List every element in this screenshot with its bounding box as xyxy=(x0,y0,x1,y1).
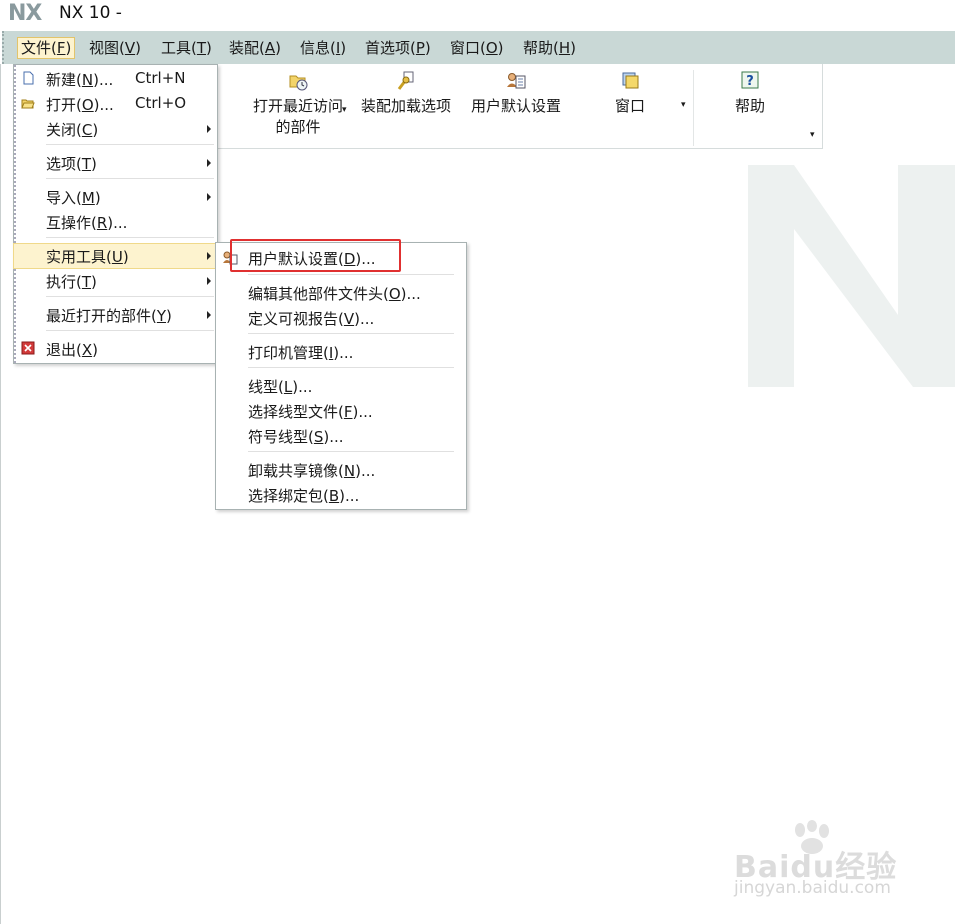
window-button[interactable]: 窗口 xyxy=(600,70,660,116)
select-line-font-file-item[interactable]: 选择线型文件(F)... xyxy=(216,399,466,423)
menu-separator xyxy=(46,144,214,145)
title-bar: NX NX 10 - xyxy=(0,0,955,30)
highlight-callout-box xyxy=(230,239,401,272)
menu-separator xyxy=(248,451,454,452)
recent-parts-dropdown-icon[interactable]: ▾ xyxy=(342,105,347,115)
new-file-icon xyxy=(23,71,34,85)
menu-separator xyxy=(46,330,214,331)
unload-shared-image-item[interactable]: 卸载共享镜像(N)... xyxy=(216,458,466,482)
line-font-item[interactable]: 线型(L)... xyxy=(216,374,466,398)
unload-shared-image-label: 卸载共享镜像(N)... xyxy=(248,462,376,480)
submenu-arrow-icon xyxy=(207,159,211,167)
file-close-item[interactable]: 关闭(C) xyxy=(14,117,217,141)
help-label: 帮助 xyxy=(734,97,765,115)
window-icon xyxy=(622,72,639,89)
svg-text:?: ? xyxy=(746,74,754,89)
submenu-arrow-icon xyxy=(207,252,211,260)
menu-preferences[interactable]: 首选项(P) xyxy=(362,38,434,58)
user-defaults-label: 用户默认设置 xyxy=(470,97,561,115)
file-new-shortcut: Ctrl+N xyxy=(135,69,186,87)
menu-separator xyxy=(46,237,214,238)
menu-help[interactable]: 帮助(H) xyxy=(520,38,579,58)
edit-part-header-label: 编辑其他部件文件头(O)... xyxy=(248,285,421,303)
menu-view[interactable]: 视图(V) xyxy=(86,38,144,58)
file-new-label: 新建(N)... xyxy=(46,71,114,89)
submenu-arrow-icon xyxy=(207,277,211,285)
printer-admin-item[interactable]: 打印机管理(I)... xyxy=(216,340,466,364)
file-options-label: 选项(T) xyxy=(46,155,97,173)
submenu-arrow-icon xyxy=(207,311,211,319)
file-interop-item[interactable]: 互操作(R)... xyxy=(14,210,217,234)
file-open-label: 打开(O)... xyxy=(46,96,114,114)
menu-bar: 文件(F) 视图(V) 工具(T) 装配(A) 信息(I) 首选项(P) 窗口(… xyxy=(2,31,955,64)
symbol-font-item[interactable]: 符号线型(S)... xyxy=(216,424,466,448)
printer-admin-label: 打印机管理(I)... xyxy=(248,344,354,362)
file-import-label: 导入(M) xyxy=(46,189,101,207)
select-line-font-file-label: 选择线型文件(F)... xyxy=(248,403,373,421)
help-button[interactable]: ? 帮助 xyxy=(722,70,778,116)
nx-background-watermark xyxy=(748,165,955,387)
recent-parts-icon xyxy=(289,75,308,91)
help-icon: ? xyxy=(741,71,759,89)
menu-info[interactable]: 信息(I) xyxy=(297,38,349,58)
window-left-border xyxy=(0,64,1,924)
file-options-item[interactable]: 选项(T) xyxy=(14,151,217,175)
menu-tools[interactable]: 工具(T) xyxy=(158,38,215,58)
submenu-arrow-icon xyxy=(207,193,211,201)
file-new-item[interactable]: 新建(N)... Ctrl+N xyxy=(14,67,217,91)
menu-window[interactable]: 窗口(O) xyxy=(447,38,507,58)
menu-separator xyxy=(248,367,454,368)
menu-separator xyxy=(46,178,214,179)
open-folder-icon xyxy=(21,99,35,109)
window-title: NX 10 - xyxy=(59,3,122,23)
assembly-load-options-button[interactable]: 装配加载选项 xyxy=(354,70,458,116)
user-defaults-icon xyxy=(507,73,526,89)
submenu-arrow-icon xyxy=(207,125,211,133)
user-defaults-button[interactable]: 用户默认设置 xyxy=(464,70,568,116)
recent-parts-label-1: 打开最近访问 xyxy=(252,97,343,115)
file-close-label: 关闭(C) xyxy=(46,121,99,139)
file-exit-label: 退出(X) xyxy=(46,341,98,359)
baidu-watermark: Baidu经验 jingyan.baidu.com xyxy=(730,820,930,910)
visual-report-label: 定义可视报告(V)... xyxy=(248,310,375,328)
file-interop-label: 互操作(R)... xyxy=(46,214,128,232)
select-bundle-label: 选择绑定包(B)... xyxy=(248,487,360,505)
window-label: 窗口 xyxy=(614,97,645,115)
ribbon-overflow-icon[interactable]: ▾ xyxy=(810,130,815,140)
recent-parts-button[interactable]: 打开最近访问 的部件 xyxy=(238,70,358,137)
line-font-label: 线型(L)... xyxy=(248,378,313,396)
file-open-item[interactable]: 打开(O)... Ctrl+O xyxy=(14,92,217,116)
menu-separator xyxy=(248,274,454,275)
file-import-item[interactable]: 导入(M) xyxy=(14,185,217,209)
file-exit-item[interactable]: 退出(X) xyxy=(14,337,217,361)
file-recent-label: 最近打开的部件(Y) xyxy=(46,307,172,325)
file-execute-item[interactable]: 执行(T) xyxy=(14,269,217,293)
visual-report-item[interactable]: 定义可视报告(V)... xyxy=(216,306,466,330)
file-open-shortcut: Ctrl+O xyxy=(135,94,187,112)
file-dropdown-menu: 新建(N)... Ctrl+N 打开(O)... Ctrl+O 关闭(C) 选项… xyxy=(13,64,218,364)
menu-file[interactable]: 文件(F) xyxy=(16,37,76,59)
edit-part-header-item[interactable]: 编辑其他部件文件头(O)... xyxy=(216,281,466,305)
assembly-load-options-label: 装配加载选项 xyxy=(360,97,451,115)
file-recent-parts-item[interactable]: 最近打开的部件(Y) xyxy=(14,303,217,327)
menu-separator xyxy=(248,333,454,334)
ribbon-toolbar: 打开最近访问 的部件 ▾ 装配加载选项 用户默认设置 窗口 ▾ ? 帮助 ▾ xyxy=(216,64,823,149)
menu-assembly[interactable]: 装配(A) xyxy=(226,38,284,58)
nx-logo: NX xyxy=(8,1,42,26)
ribbon-separator xyxy=(693,70,694,146)
select-bundle-item[interactable]: 选择绑定包(B)... xyxy=(216,483,466,507)
file-execute-label: 执行(T) xyxy=(46,273,97,291)
assembly-load-icon xyxy=(397,71,414,90)
window-dropdown-icon[interactable]: ▾ xyxy=(681,100,686,110)
utilities-submenu: 用户默认设置(D)... 编辑其他部件文件头(O)... 定义可视报告(V)..… xyxy=(215,242,467,510)
exit-icon xyxy=(21,341,35,355)
menu-separator xyxy=(46,296,214,297)
recent-parts-label-2: 的部件 xyxy=(275,118,321,136)
file-utilities-item[interactable]: 实用工具(U) xyxy=(13,243,218,269)
symbol-font-label: 符号线型(S)... xyxy=(248,428,344,446)
file-utilities-label: 实用工具(U) xyxy=(46,248,129,266)
watermark-url: jingyan.baidu.com xyxy=(734,878,891,898)
